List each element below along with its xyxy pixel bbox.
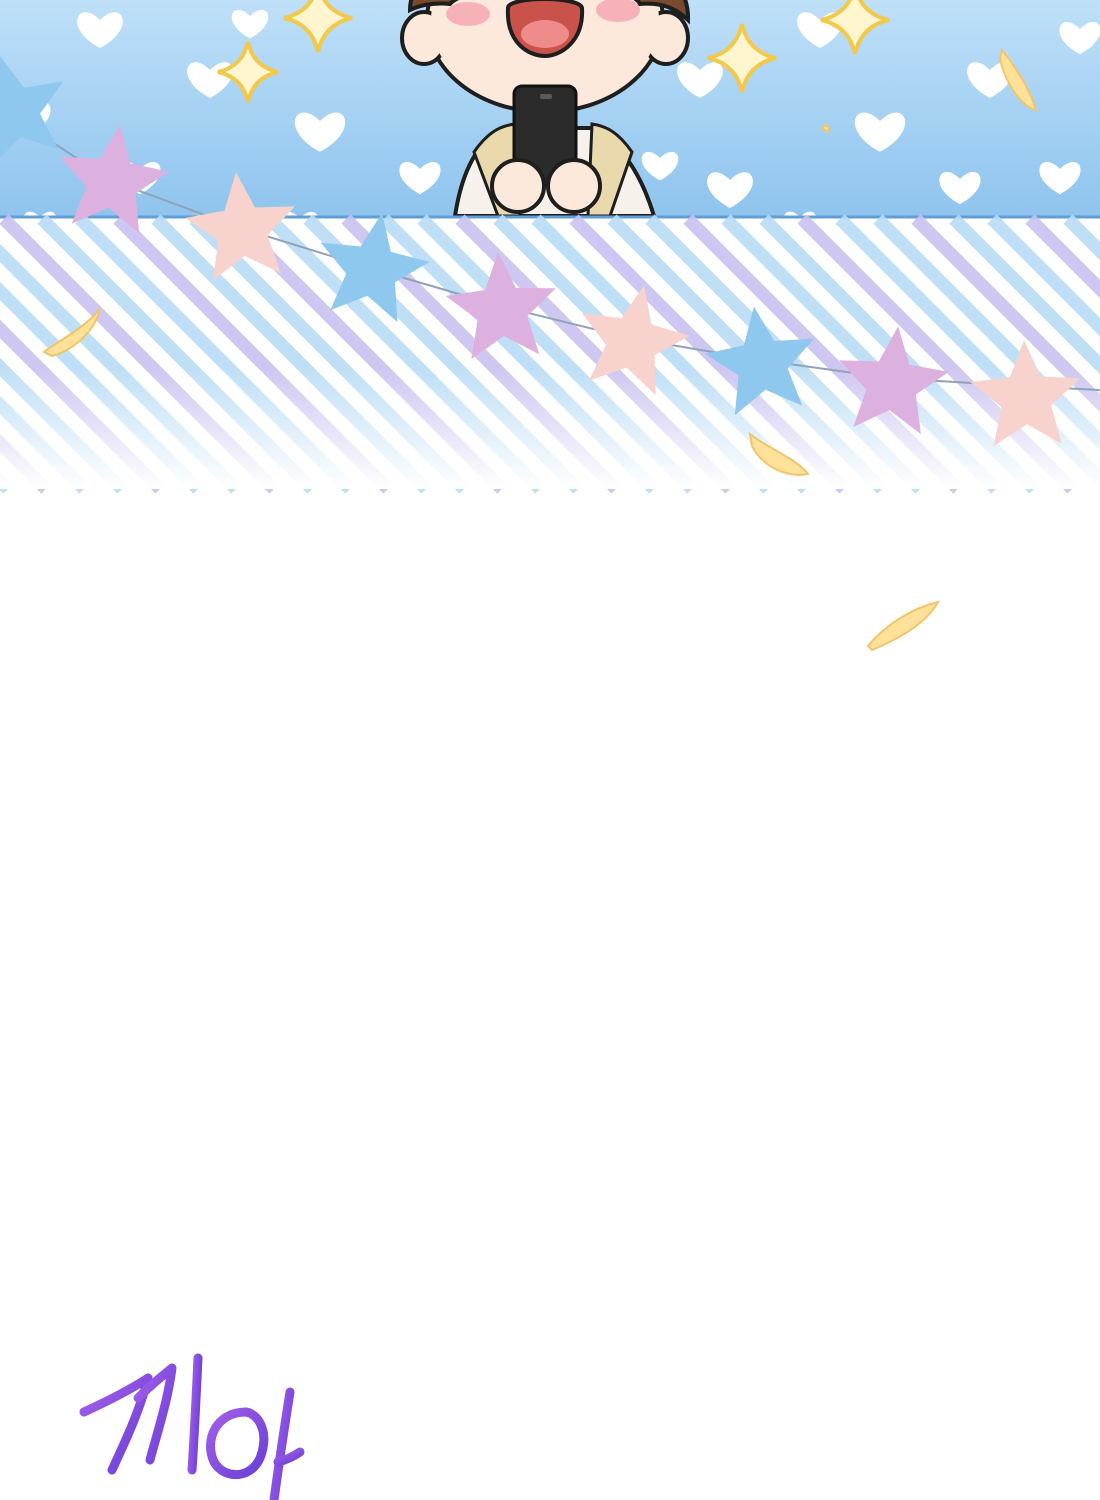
comic-panel — [0, 0, 1100, 1500]
character-hand-right — [546, 158, 602, 214]
confetti-icon — [866, 600, 940, 652]
character-blush-left — [446, 2, 490, 26]
sfx-kyaa — [79, 1353, 305, 1500]
character-hand-left — [490, 158, 546, 214]
striped-band — [0, 214, 1100, 494]
sky-background — [0, 0, 1100, 216]
